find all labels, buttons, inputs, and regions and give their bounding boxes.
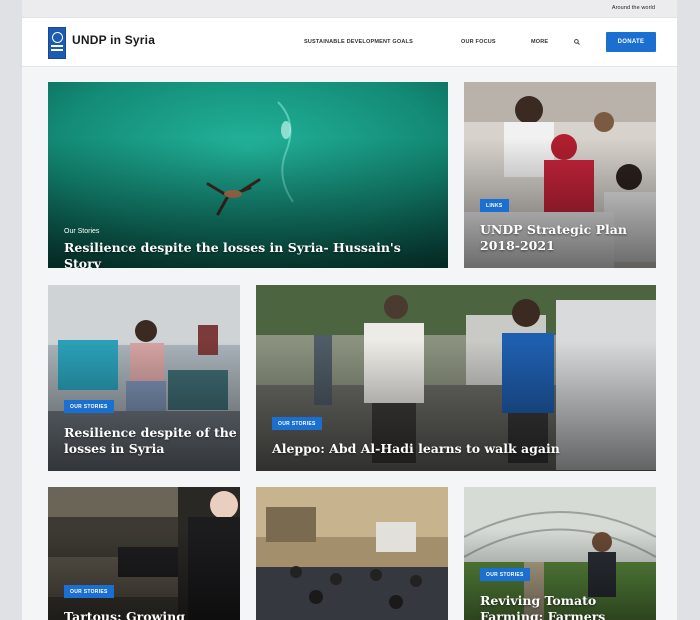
- story-card-hussain[interactable]: Our Stories Resilience despite the losse…: [48, 82, 448, 268]
- card-title: Tartous: Growing: [64, 609, 185, 620]
- utility-bar: Around the world: [22, 0, 677, 18]
- card-title: Aleppo: Abd Al-Hadi learns to walk again: [272, 441, 560, 456]
- story-card-resilience[interactable]: OUR STORIES Resilience despite of the lo…: [48, 285, 240, 471]
- nav-item-more[interactable]: MORE: [531, 39, 548, 45]
- story-card-tomato[interactable]: OUR STORIES Reviving Tomato Farming: Far…: [464, 487, 656, 620]
- card-title: Resilience despite the losses in Syria- …: [64, 240, 401, 268]
- category-badge[interactable]: LINKS: [480, 199, 509, 212]
- category-badge[interactable]: OUR STORIES: [64, 585, 114, 598]
- story-card-tartous[interactable]: OUR STORIES Tartous: Growing: [48, 487, 240, 620]
- story-card-strategic-plan[interactable]: LINKS UNDP Strategic Plan 2018-2021: [464, 82, 656, 268]
- card-title-line-2: losses in Syria: [64, 441, 165, 456]
- story-card-meeting[interactable]: [256, 487, 448, 620]
- card-title-line-1: Reviving Tomato: [480, 593, 597, 608]
- site-header: UNDP in Syria SUSTAINABLE DEVELOPMENT GO…: [22, 18, 677, 67]
- card-kicker: Our Stories: [64, 228, 100, 235]
- nav-item-our-focus[interactable]: OUR FOCUS: [461, 39, 496, 45]
- undp-logo-icon[interactable]: [48, 27, 66, 59]
- category-badge[interactable]: OUR STORIES: [272, 417, 322, 430]
- meeting-hall-image: [256, 487, 448, 620]
- card-title-line-2: 2018-2021: [480, 238, 555, 253]
- card-title-line-1: Resilience despite of the: [64, 425, 237, 440]
- search-icon[interactable]: [574, 39, 580, 45]
- category-badge[interactable]: OUR STORIES: [480, 568, 530, 581]
- card-title-line-2: Farming: Farmers: [480, 609, 606, 620]
- page-frame: Around the world UNDP in Syria SUSTAINAB…: [22, 0, 677, 620]
- nav-item-sdgs[interactable]: SUSTAINABLE DEVELOPMENT GOALS: [304, 39, 413, 45]
- site-title[interactable]: UNDP in Syria: [72, 33, 155, 47]
- donate-button[interactable]: DONATE: [606, 32, 656, 52]
- around-the-world-link[interactable]: Around the world: [612, 5, 655, 11]
- category-badge[interactable]: OUR STORIES: [64, 400, 114, 413]
- card-title-line-1: UNDP Strategic Plan: [480, 222, 627, 237]
- story-card-aleppo[interactable]: OUR STORIES Aleppo: Abd Al-Hadi learns t…: [256, 285, 656, 471]
